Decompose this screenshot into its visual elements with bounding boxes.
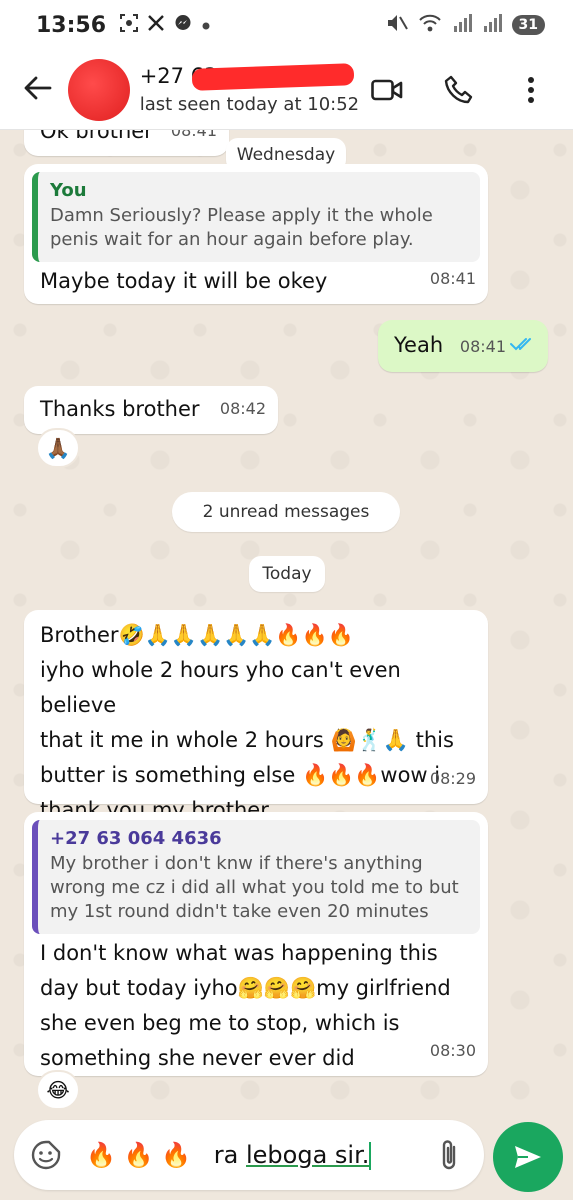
message-text-line: day but today iyho🤗🤗🤗my girlfriend [40, 976, 451, 1000]
composer-emoji: 🔥 🔥 🔥 [86, 1140, 191, 1169]
quoted-message[interactable]: +27 63 064 4636 My brother i don't knw i… [32, 820, 480, 934]
message-input[interactable]: 🔥 🔥 🔥 ra leboga sir. [14, 1120, 484, 1190]
quoted-author: +27 63 064 4636 [50, 828, 222, 849]
chat-header: +27 63 last seen today at 10:52 [0, 50, 573, 130]
kebab-menu-icon [528, 76, 534, 103]
message-incoming[interactable]: Brother🤣🙏🙏🙏🙏🙏🔥🔥🔥 iyho whole 2 hours yho … [24, 610, 488, 822]
mute-icon [386, 13, 408, 38]
double-check-read-icon [510, 327, 536, 362]
message-text-line: something she never ever did [40, 1046, 355, 1070]
date-divider: Today [249, 556, 325, 592]
message-emoji: 🔥🔥🔥 [301, 763, 381, 787]
wifi-icon [418, 13, 442, 38]
message-reaction[interactable]: 😂 [36, 1070, 80, 1110]
redaction-mark [191, 63, 355, 91]
message-text-line: iyho whole 2 hours yho can't even believ… [40, 658, 401, 717]
message-text-line: she even beg me to stop, which is [40, 1011, 400, 1035]
message-text-line: I don't know what was happening this [40, 941, 438, 965]
message-time: 08:29 [429, 769, 476, 788]
composer-bar: 🔥 🔥 🔥 ra leboga sir. [0, 1110, 573, 1200]
chat-area[interactable]: Ok brother 08:41 Wednesday You Damn Seri… [0, 130, 573, 1110]
message-time: 08:42 [219, 399, 266, 418]
message-text: Maybe today it will be okey [40, 269, 328, 293]
message-reaction[interactable]: 🙏🏾 [36, 428, 80, 468]
arrow-left-icon [24, 76, 52, 104]
quoted-text-line: wrong me cz i did all what you told me t… [50, 877, 459, 898]
message-incoming[interactable]: Thanks brother 08:42 [24, 386, 278, 434]
paperclip-icon [442, 1140, 456, 1170]
status-left-icons [120, 13, 210, 37]
message-text: Yeah [394, 333, 444, 357]
quoted-text-line: My brother i don't knw if there's anythi… [50, 853, 423, 874]
quoted-text-line: penis wait for an hour again before play… [50, 229, 414, 250]
screenshot-icon [120, 13, 139, 37]
contact-avatar[interactable] [67, 58, 130, 121]
message-time: 08:41 [459, 337, 506, 356]
message-input-text[interactable]: 🔥 🔥 🔥 ra leboga sir. [86, 1140, 372, 1170]
quoted-author: You [50, 180, 87, 201]
send-button[interactable] [493, 1122, 563, 1192]
quoted-text-line: Damn Seriously? Please apply it the whol… [50, 205, 433, 226]
message-text: Ok brother [40, 130, 153, 143]
last-seen-status: last seen today at 10:52 [139, 94, 360, 115]
video-camera-icon [371, 79, 403, 100]
battery-indicator: 31 [511, 15, 545, 35]
message-text-line: butter is something else 🔥🔥🔥wow i [40, 763, 441, 787]
message-emoji: 🤗🤗🤗 [237, 976, 317, 1000]
phone-icon [444, 75, 473, 103]
message-time: 08:41 [170, 130, 217, 140]
message-incoming-reply[interactable]: You Damn Seriously? Please apply it the … [24, 164, 488, 304]
contact-info[interactable]: +27 63 last seen today at 10:52 [139, 63, 369, 115]
message-time: 08:30 [429, 1041, 476, 1060]
text-cursor [369, 1141, 372, 1170]
message-text-line: Brother🤣🙏🙏🙏🙏🙏🔥🔥🔥 [40, 623, 354, 647]
attach-button[interactable] [434, 1137, 464, 1173]
message-time: 08:41 [429, 269, 476, 288]
more-options-button[interactable] [513, 72, 549, 108]
quoted-message[interactable]: You Damn Seriously? Please apply it the … [32, 172, 480, 262]
message-emoji: 🤣🙏🙏🙏🙏🙏🔥🔥🔥 [118, 623, 354, 647]
send-icon [515, 1146, 541, 1168]
message-text: Thanks brother [40, 397, 200, 421]
contact-name: +27 63 [140, 63, 369, 91]
composer-text: ra [213, 1140, 246, 1169]
status-time: 13:56 [36, 12, 107, 38]
video-call-button[interactable] [369, 72, 405, 108]
status-bar: 13:56 31 [0, 0, 573, 50]
voice-call-button[interactable] [441, 72, 477, 108]
x-icon [148, 14, 164, 36]
messenger-icon [174, 14, 192, 37]
back-button[interactable] [18, 70, 58, 110]
composer-text-underlined: leboga sir. [246, 1140, 370, 1169]
signal-icon [452, 13, 472, 37]
message-outgoing[interactable]: Yeah 08:41 [378, 320, 548, 372]
quoted-text-line: my 1st round didn't take even 20 minutes [50, 901, 429, 922]
signal-icon-2 [482, 13, 502, 37]
sticker-icon [31, 1140, 61, 1170]
unread-messages-divider: 2 unread messages [172, 492, 400, 532]
dot-icon [202, 15, 210, 35]
message-incoming-reply[interactable]: +27 63 064 4636 My brother i don't knw i… [24, 812, 488, 1076]
message-incoming[interactable]: Ok brother 08:41 [24, 130, 229, 156]
message-text-line: that it me in whole 2 hours 🙆🕺🙏 this [40, 728, 454, 752]
sticker-button[interactable] [28, 1137, 64, 1173]
message-emoji: 🙆🕺🙏 [330, 728, 409, 752]
